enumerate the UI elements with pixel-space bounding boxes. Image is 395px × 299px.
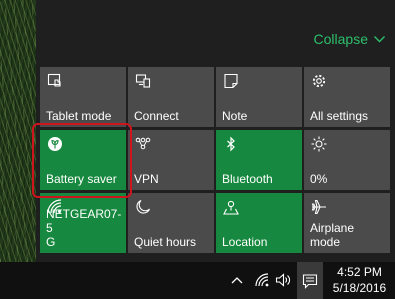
tile-label: Battery saver [46, 172, 117, 186]
bluetooth-icon [223, 136, 239, 152]
taskbar: 4:52 PM 5/18/2016 [0, 262, 395, 299]
chevron-down-icon [374, 35, 385, 42]
moon-icon [135, 199, 151, 215]
action-center-button[interactable] [297, 262, 323, 299]
brightness-icon [311, 136, 327, 152]
collapse-button[interactable]: Collapse [314, 31, 385, 47]
tile-label: VPN [134, 172, 159, 186]
action-center-icon [302, 273, 318, 289]
tile-label: NETGEAR07-5 G [46, 207, 122, 249]
tile-label: Connect [134, 109, 179, 123]
location-icon [223, 199, 239, 215]
gear-icon [311, 73, 327, 89]
note-icon [223, 73, 239, 89]
collapse-label: Collapse [313, 31, 368, 47]
tile-label: Bluetooth [222, 172, 273, 186]
tile-label: Location [222, 235, 268, 249]
tile-vpn[interactable]: VPN [128, 130, 214, 190]
action-center-panel: Collapse Tablet mode Connect Note All se… [36, 0, 395, 262]
chevron-up-icon[interactable] [229, 272, 245, 288]
desktop-wallpaper [0, 0, 36, 262]
tile-location[interactable]: Location [216, 193, 302, 253]
tile-battery-saver[interactable]: Battery saver [40, 130, 126, 190]
tile-label: 0% [310, 172, 328, 186]
airplane-icon [311, 199, 327, 215]
vpn-icon [135, 136, 151, 152]
tile-label: Tablet mode [46, 109, 112, 123]
tablet-mode-icon [47, 73, 63, 89]
tile-label: Airplane mode [310, 221, 355, 249]
taskbar-clock[interactable]: 4:52 PM 5/18/2016 [324, 264, 395, 298]
tile-airplane-mode[interactable]: Airplane mode [304, 193, 390, 253]
tile-label: Note [222, 109, 248, 123]
tile-note[interactable]: Note [216, 67, 302, 127]
network-icon[interactable] [254, 272, 270, 288]
volume-icon[interactable] [275, 272, 291, 288]
tile-all-settings[interactable]: All settings [304, 67, 390, 127]
tile-bluetooth[interactable]: Bluetooth [216, 130, 302, 190]
tile-brightness[interactable]: 0% [304, 130, 390, 190]
battery-saver-icon [47, 136, 63, 152]
clock-date: 5/18/2016 [332, 281, 387, 295]
tile-tablet-mode[interactable]: Tablet mode [40, 67, 126, 127]
connect-icon [135, 73, 151, 89]
tile-quiet-hours[interactable]: Quiet hours [128, 193, 214, 253]
tile-label: All settings [310, 109, 369, 123]
tile-label: Quiet hours [134, 235, 197, 249]
clock-time: 4:52 PM [337, 265, 382, 279]
tile-wifi[interactable]: NETGEAR07-5 G [40, 193, 126, 253]
tile-connect[interactable]: Connect [128, 67, 214, 127]
